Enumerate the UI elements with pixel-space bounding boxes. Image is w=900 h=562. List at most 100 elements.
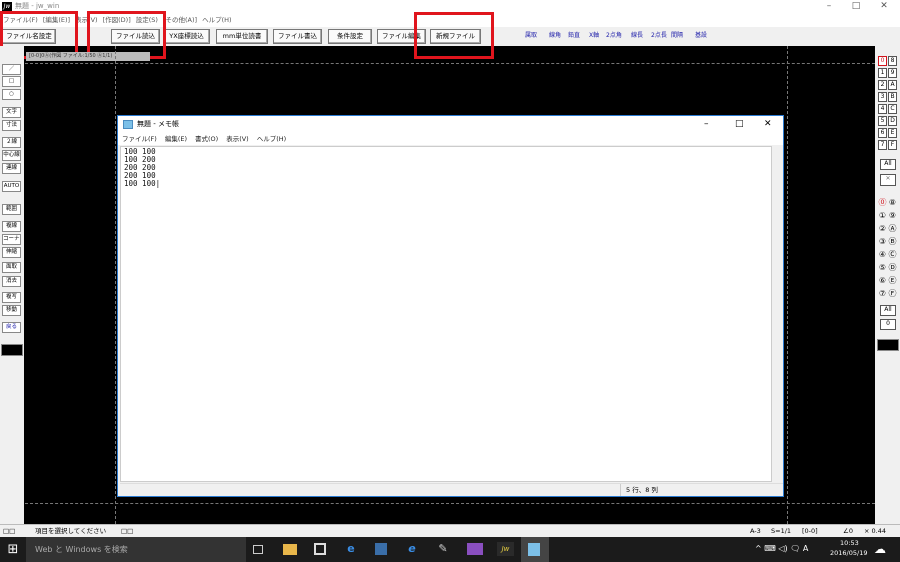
snap-vertical-button[interactable]: 鉛直: [567, 30, 581, 42]
tool-move[interactable]: 移動: [2, 305, 21, 316]
layer-group-button[interactable]: B: [888, 92, 897, 102]
notepad-window[interactable]: 無題 - メモ帳 – □ ✕ ファイル(F) 編集(E) 書式(O) 表示(V)…: [117, 115, 784, 497]
tool-copy[interactable]: 複写: [2, 292, 21, 303]
layer-group-button[interactable]: E: [888, 128, 897, 138]
notepad-close-button[interactable]: ✕: [764, 117, 772, 131]
tool-center-line[interactable]: 中心線: [2, 150, 21, 161]
tool-chamfer[interactable]: 面取: [2, 262, 21, 273]
drawing-scale[interactable]: S=1/1: [771, 527, 791, 536]
layer-button[interactable]: ⑤: [878, 264, 887, 274]
tool-line[interactable]: ／: [2, 64, 21, 75]
layer-group-button[interactable]: A: [888, 80, 897, 90]
snap-line-angle-button[interactable]: 線角: [548, 30, 562, 42]
current-layer[interactable]: [0-0]: [802, 527, 818, 536]
taskbar-search-box[interactable]: Web と Windows を検索: [26, 537, 246, 562]
notepad-minimize-button[interactable]: –: [704, 117, 709, 131]
layer-zero-button[interactable]: 0: [880, 319, 896, 330]
task-view-icon[interactable]: [253, 545, 263, 554]
layer-button[interactable]: Ⓓ: [888, 264, 897, 274]
close-button[interactable]: ✕: [873, 0, 895, 13]
menu-other[interactable]: [その他(A)]: [163, 13, 197, 27]
layer-button[interactable]: ④: [878, 251, 887, 261]
layer-group-button[interactable]: C: [888, 104, 897, 114]
notepad-menu-help[interactable]: ヘルプ(H): [257, 133, 286, 145]
tool-text[interactable]: 文字: [2, 107, 21, 118]
tool-stretch[interactable]: 伸縮: [2, 247, 21, 258]
notification-center-icon[interactable]: ☁: [874, 542, 886, 556]
layer-group-button[interactable]: D: [888, 116, 897, 126]
system-tray[interactable]: ^ ⌨ ◁) 🗨 A: [755, 544, 808, 553]
snap-base-setting-button[interactable]: 基設: [694, 30, 708, 42]
snap-interval-button[interactable]: 間隔: [670, 30, 684, 42]
notepad-vertical-scrollbar[interactable]: [773, 146, 783, 482]
tool-connect-line[interactable]: 連線: [2, 163, 21, 174]
angle-readout[interactable]: ∠0: [843, 527, 853, 536]
paper-size[interactable]: A-3: [750, 527, 761, 536]
condition-setting-button[interactable]: 条件設定: [328, 29, 372, 44]
file-load-button[interactable]: ファイル読込: [111, 29, 160, 44]
menu-settings[interactable]: 設定(S): [136, 13, 158, 27]
notepad-menu-edit[interactable]: 編集(E): [165, 133, 187, 145]
media-player-icon[interactable]: [375, 543, 387, 555]
tool-auto[interactable]: AUTO: [2, 181, 21, 192]
file-name-setting-button[interactable]: ファイル名設定: [2, 29, 56, 44]
layer-button[interactable]: Ⓐ: [888, 225, 897, 235]
tool-dimension[interactable]: 寸法: [2, 120, 21, 131]
zoom-readout[interactable]: × 0.44: [864, 527, 886, 536]
layer-button[interactable]: Ⓑ: [888, 238, 897, 248]
menu-view[interactable]: 表示(V): [75, 13, 98, 27]
notepad-text-area[interactable]: 100 100 100 200 200 200 200 100 100 100|: [120, 146, 772, 482]
file-write-button[interactable]: ファイル書込: [273, 29, 322, 44]
tool-circle[interactable]: ○: [2, 89, 21, 100]
layer-group-button[interactable]: 7: [878, 140, 887, 150]
menu-edit[interactable]: [編集(E)]: [43, 13, 70, 27]
layer-group-button[interactable]: 3: [878, 92, 887, 102]
tool-double-line[interactable]: ２線: [2, 137, 21, 148]
layer-group-button[interactable]: 4: [878, 104, 887, 114]
yx-coord-load-button[interactable]: YX座標読込: [163, 29, 210, 44]
snap-two-point-length-button[interactable]: 2点長: [650, 30, 668, 42]
tool-erase[interactable]: 消去: [2, 276, 21, 287]
snap-two-point-angle-button[interactable]: 2点角: [605, 30, 623, 42]
edge-icon[interactable]: e: [344, 542, 358, 556]
start-button[interactable]: ⊞: [0, 537, 26, 562]
notepad-menu-view[interactable]: 表示(V): [226, 133, 249, 145]
tool-range[interactable]: 範囲: [2, 204, 21, 215]
layer-button[interactable]: Ⓔ: [888, 277, 897, 287]
paint-icon[interactable]: ✎: [436, 542, 450, 556]
clock-date[interactable]: 2016/05/19: [830, 549, 867, 558]
layer-group-button[interactable]: 1: [878, 68, 887, 78]
tool-undo[interactable]: 戻る: [2, 322, 21, 333]
layer-group-button[interactable]: 2: [878, 80, 887, 90]
photo-app-icon[interactable]: [467, 543, 483, 555]
line-type-swatch[interactable]: [1, 344, 23, 356]
layer-group-button[interactable]: 8: [888, 56, 897, 66]
notepad-menu-format[interactable]: 書式(O): [195, 133, 218, 145]
snap-line-length-button[interactable]: 線長: [630, 30, 644, 42]
tool-rectangle[interactable]: □: [2, 76, 21, 87]
new-file-button[interactable]: 新規ファイル: [430, 29, 481, 44]
layer-group-cross-button[interactable]: ✕: [880, 174, 896, 186]
layer-group-button[interactable]: 6: [878, 128, 887, 138]
notepad-maximize-button[interactable]: □: [735, 117, 744, 131]
snap-attribute-button[interactable]: 属取: [524, 30, 538, 42]
notepad-icon[interactable]: [528, 543, 540, 556]
tool-corner[interactable]: コーナー: [2, 234, 21, 245]
layer-all-button[interactable]: All: [880, 305, 896, 316]
store-icon[interactable]: [314, 543, 326, 555]
layer-button[interactable]: Ⓕ: [888, 290, 897, 300]
menu-file[interactable]: ファイル(F): [3, 13, 38, 27]
layer-group-button[interactable]: 5: [878, 116, 887, 126]
minimize-button[interactable]: –: [818, 0, 840, 13]
layer-button[interactable]: ②: [878, 225, 887, 235]
notepad-menu-file[interactable]: ファイル(F): [122, 133, 157, 145]
layer-button[interactable]: ⑧: [888, 199, 897, 209]
layer-button[interactable]: ⑦: [878, 290, 887, 300]
file-explorer-icon[interactable]: [283, 544, 297, 555]
layer-color-swatch[interactable]: [877, 339, 899, 351]
menu-draw[interactable]: [作図(D)]: [103, 13, 131, 27]
layer-group-button[interactable]: F: [888, 140, 897, 150]
maximize-button[interactable]: □: [845, 0, 867, 13]
snap-x-axis-button[interactable]: X軸: [588, 30, 600, 42]
layer-button[interactable]: ⑨: [888, 212, 897, 222]
